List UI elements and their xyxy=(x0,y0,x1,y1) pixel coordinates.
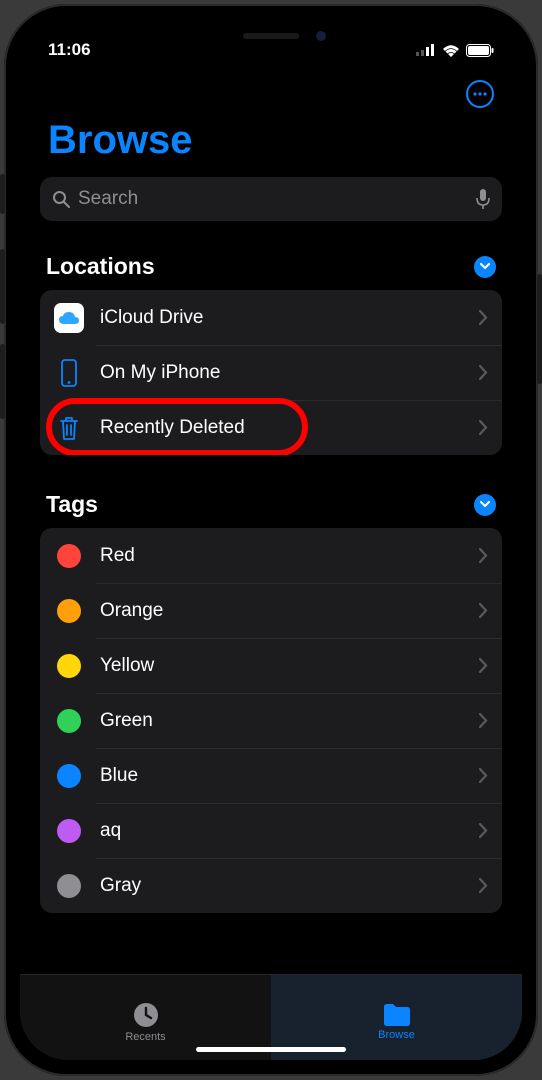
screen: 11:06 Browse Search Locations xyxy=(20,20,522,1060)
battery-icon xyxy=(466,44,494,57)
cellular-icon xyxy=(416,44,436,56)
chevron-right-icon xyxy=(479,768,488,783)
tag-gray[interactable]: Gray xyxy=(40,858,502,913)
icloud-icon xyxy=(54,303,84,333)
tag-color-dot xyxy=(54,816,84,846)
side-button xyxy=(0,249,5,324)
notch xyxy=(166,20,376,52)
iphone-icon xyxy=(54,358,84,388)
search-input[interactable]: Search xyxy=(40,177,502,221)
row-label: Green xyxy=(100,710,463,732)
tag-color-dot xyxy=(54,541,84,571)
chevron-right-icon xyxy=(479,603,488,618)
chevron-right-icon xyxy=(479,420,488,435)
status-time: 11:06 xyxy=(48,40,91,60)
locations-title: Locations xyxy=(46,253,155,280)
page-title: Browse xyxy=(20,116,522,177)
location-recently-deleted[interactable]: Recently Deleted xyxy=(40,400,502,455)
tag-color-dot xyxy=(54,761,84,791)
row-label: On My iPhone xyxy=(100,362,463,384)
chevron-right-icon xyxy=(479,548,488,563)
row-label: aq xyxy=(100,820,463,842)
chevron-right-icon xyxy=(479,823,488,838)
row-label: iCloud Drive xyxy=(100,307,463,329)
tag-color-dot xyxy=(54,871,84,901)
chevron-right-icon xyxy=(479,658,488,673)
tags-title: Tags xyxy=(46,491,98,518)
row-label: Gray xyxy=(100,875,463,897)
chevron-down-icon xyxy=(474,256,496,278)
locations-list: iCloud Drive On My iPhone Recently Delet… xyxy=(40,290,502,455)
wifi-icon xyxy=(442,44,460,57)
folder-icon xyxy=(382,1003,412,1027)
home-indicator[interactable] xyxy=(196,1047,346,1052)
side-button xyxy=(0,344,5,419)
clock-icon xyxy=(132,1001,160,1029)
row-label: Red xyxy=(100,545,463,567)
tags-header[interactable]: Tags xyxy=(40,483,502,528)
status-icons xyxy=(416,44,494,57)
chevron-right-icon xyxy=(479,878,488,893)
tab-label: Recents xyxy=(125,1031,165,1043)
location-on-my-iphone[interactable]: On My iPhone xyxy=(40,345,502,400)
search-placeholder: Search xyxy=(78,188,468,210)
tags-list: Red Orange Yellow Green xyxy=(40,528,502,913)
location-icloud-drive[interactable]: iCloud Drive xyxy=(40,290,502,345)
tag-color-dot xyxy=(54,706,84,736)
side-button xyxy=(537,274,542,384)
side-button xyxy=(0,174,5,214)
ellipsis-icon xyxy=(473,92,487,96)
chevron-right-icon xyxy=(479,713,488,728)
tag-green[interactable]: Green xyxy=(40,693,502,748)
tag-color-dot xyxy=(54,651,84,681)
tag-red[interactable]: Red xyxy=(40,528,502,583)
tag-yellow[interactable]: Yellow xyxy=(40,638,502,693)
tag-blue[interactable]: Blue xyxy=(40,748,502,803)
microphone-icon[interactable] xyxy=(476,189,490,209)
tab-label: Browse xyxy=(378,1029,415,1041)
tag-color-dot xyxy=(54,596,84,626)
phone-frame: 11:06 Browse Search Locations xyxy=(4,4,538,1076)
row-label: Blue xyxy=(100,765,463,787)
chevron-down-icon xyxy=(474,494,496,516)
chevron-right-icon xyxy=(479,310,488,325)
row-label: Recently Deleted xyxy=(100,417,463,439)
chevron-right-icon xyxy=(479,365,488,380)
trash-icon xyxy=(54,413,84,443)
more-button[interactable] xyxy=(466,80,494,108)
row-label: Orange xyxy=(100,600,463,622)
tag-aq[interactable]: aq xyxy=(40,803,502,858)
row-label: Yellow xyxy=(100,655,463,677)
tag-orange[interactable]: Orange xyxy=(40,583,502,638)
search-icon xyxy=(52,190,70,208)
locations-header[interactable]: Locations xyxy=(40,245,502,290)
